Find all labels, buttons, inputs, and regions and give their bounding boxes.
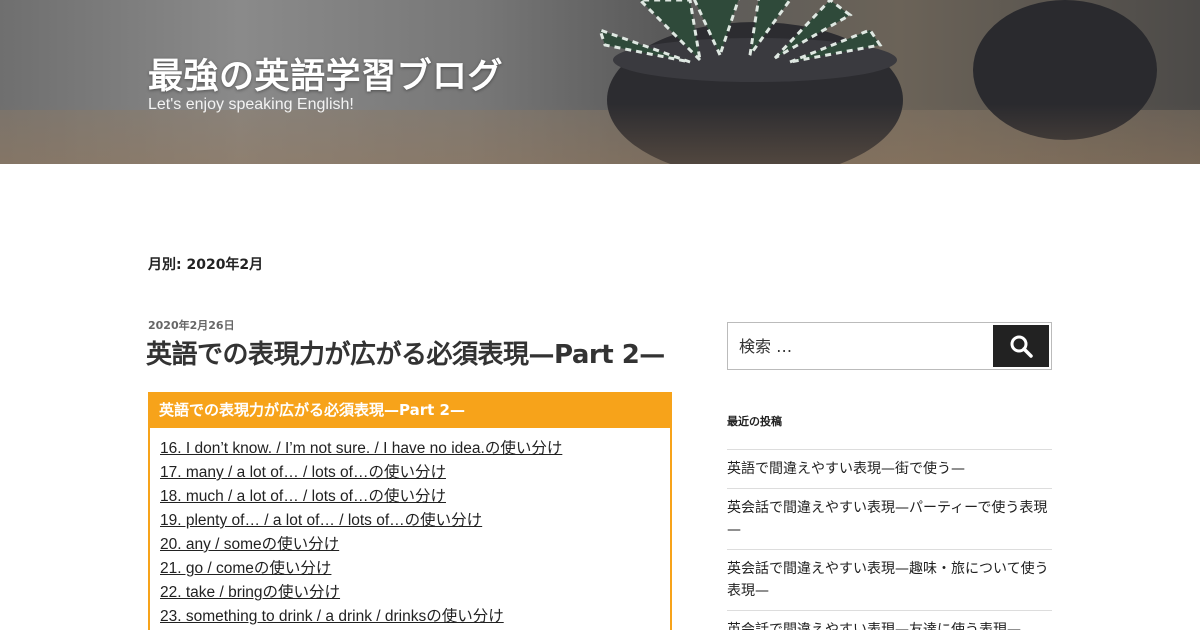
toc-link[interactable]: 19. plenty of… / a lot of… / lots of…の使い… [160, 512, 482, 529]
recent-post-item[interactable]: 英会話で間違えやすい表現—パーティーで使う表現— [727, 488, 1052, 549]
toc-list: 16. I don’t know. / I’m not sure. / I ha… [150, 428, 670, 630]
toc-item: 23. something to drink / a drink / drink… [160, 606, 670, 630]
table-of-contents: 英語での表現力が広がる必須表現—Part 2— 16. I don’t know… [148, 392, 672, 630]
recent-post-item[interactable]: 英語で間違えやすい表現—街で使う— [727, 449, 1052, 488]
toc-link[interactable]: 22. take / bringの使い分け [160, 584, 340, 601]
toc-link[interactable]: 16. I don’t know. / I’m not sure. / I ha… [160, 440, 562, 457]
recent-post-item[interactable]: 英会話で間違えやすい表現—趣味・旅について使う表現— [727, 549, 1052, 610]
toc-link[interactable]: 18. much / a lot of… / lots of…の使い分け [160, 488, 446, 505]
toc-item: 22. take / bringの使い分け [160, 582, 670, 606]
toc-item: 16. I don’t know. / I’m not sure. / I ha… [160, 438, 670, 462]
toc-item: 18. much / a lot of… / lots of…の使い分け [160, 486, 670, 510]
toc-link[interactable]: 21. go / comeの使い分け [160, 560, 331, 577]
archive-title: 月別: 2020年2月 [148, 257, 264, 273]
toc-item: 21. go / comeの使い分け [160, 558, 670, 582]
recent-posts-list: 英語で間違えやすい表現—街で使う— 英会話で間違えやすい表現—パーティーで使う表… [727, 449, 1052, 630]
search-input[interactable] [728, 323, 990, 369]
toc-link[interactable]: 20. any / someの使い分け [160, 536, 339, 553]
search-icon [1010, 335, 1033, 358]
post-title[interactable]: 英語での表現力が広がる必須表現—Part 2— [146, 334, 665, 371]
toc-item: 20. any / someの使い分け [160, 534, 670, 558]
post-date[interactable]: 2020年2月26日 [148, 317, 235, 333]
search-form [727, 322, 1052, 370]
toc-link[interactable]: 23. something to drink / a drink / drink… [160, 608, 504, 625]
recent-posts-title: 最近の投稿 [727, 415, 782, 428]
recent-post-item[interactable]: 英会話で間違えやすい表現—友達に使う表現— [727, 610, 1052, 630]
site-header: 最強の英語学習ブログ Let's enjoy speaking English! [0, 0, 1200, 164]
site-description: Let's enjoy speaking English! [148, 96, 354, 113]
site-title[interactable]: 最強の英語学習ブログ [148, 48, 503, 99]
search-button[interactable] [993, 325, 1049, 367]
toc-item: 17. many / a lot of… / lots of…の使い分け [160, 462, 670, 486]
toc-title: 英語での表現力が広がる必須表現—Part 2— [150, 394, 670, 428]
toc-item: 19. plenty of… / a lot of… / lots of…の使い… [160, 510, 670, 534]
toc-link[interactable]: 17. many / a lot of… / lots of…の使い分け [160, 464, 446, 481]
